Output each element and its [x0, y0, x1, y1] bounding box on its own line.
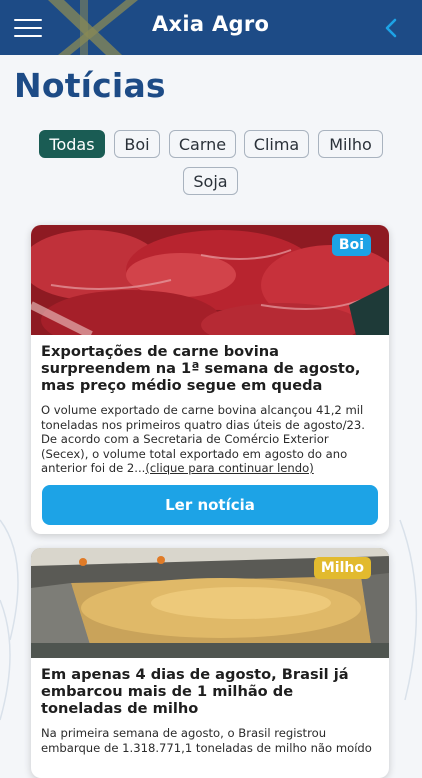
filter-chip-soja[interactable]: Soja — [183, 167, 238, 195]
hamburger-menu-icon-bar — [14, 35, 42, 37]
hamburger-menu-icon-bar — [14, 27, 42, 29]
filter-chip-boi[interactable]: Boi — [114, 130, 160, 158]
news-card-title[interactable]: Em apenas 4 dias de agosto, Brasil já em… — [31, 658, 389, 717]
continue-reading-link[interactable]: (clique para continuar lendo) — [145, 461, 313, 475]
news-card-excerpt: Na primeira semana de agosto, o Brasil r… — [41, 726, 372, 755]
news-card-tag: Milho — [313, 557, 371, 579]
news-card-image[interactable]: Milho — [31, 548, 389, 658]
filter-chip-todas[interactable]: Todas — [39, 130, 105, 158]
news-card-image[interactable]: Boi — [31, 225, 389, 350]
news-card-tag: Boi — [331, 234, 371, 256]
news-card[interactable]: Milho Em apenas 4 dias de agosto, Brasil… — [31, 548, 389, 778]
filter-chip-clima[interactable]: Clima — [244, 130, 309, 158]
news-card[interactable]: Boi Exportações de carne bovina surpreen… — [31, 225, 389, 534]
read-news-button[interactable]: Ler notícia — [42, 484, 378, 525]
back-button[interactable] — [380, 16, 402, 40]
filter-chip-carne[interactable]: Carne — [169, 130, 236, 158]
page-title: Notícias — [14, 66, 166, 105]
hamburger-menu-icon-bar — [14, 19, 42, 21]
filter-chip-milho[interactable]: Milho — [318, 130, 383, 158]
app-brand-title: Axia Agro — [152, 12, 270, 36]
app-header: Axia Agro — [0, 0, 422, 55]
news-card-title[interactable]: Exportações de carne bovina surpreendem … — [31, 335, 389, 394]
chevron-left-icon — [385, 18, 397, 38]
menu-button[interactable] — [14, 15, 42, 39]
logo-mark-icon — [48, 0, 138, 55]
news-card-excerpt: O volume exportado de carne bovina alcan… — [31, 394, 389, 476]
